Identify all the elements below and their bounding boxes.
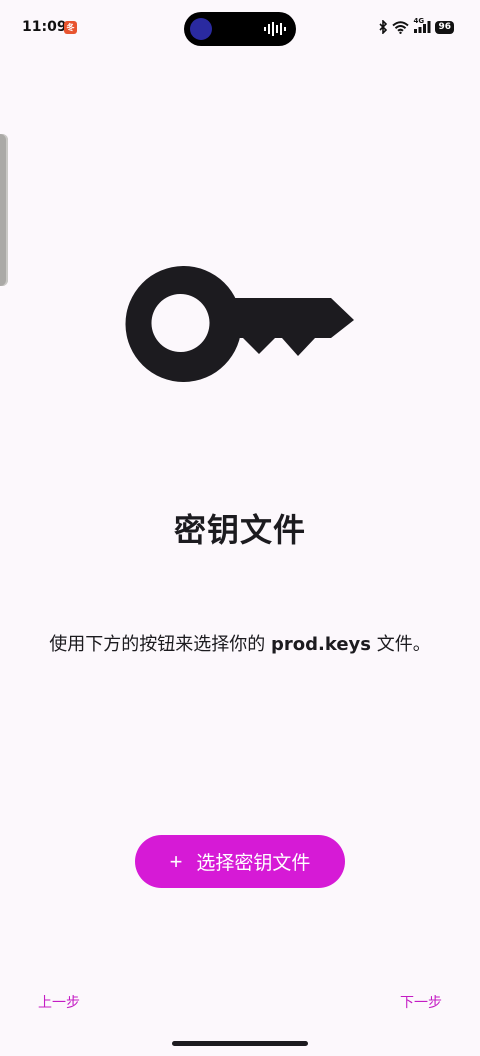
edge-panel-handle[interactable] bbox=[0, 134, 8, 286]
media-artwork-icon bbox=[190, 18, 212, 40]
instruction-filename: prod.keys bbox=[271, 634, 371, 655]
key-icon bbox=[125, 265, 355, 383]
status-time: 11:09 bbox=[22, 19, 67, 35]
instruction-suffix: 文件。 bbox=[371, 634, 431, 655]
cellular-signal-icon: 4G bbox=[413, 17, 431, 34]
page-title: 密钥文件 bbox=[173, 511, 306, 549]
select-key-file-button[interactable]: + 选择密钥文件 bbox=[135, 835, 345, 888]
instruction-prefix: 使用下方的按钮来选择你的 bbox=[49, 634, 271, 655]
next-step-button[interactable]: 下一步 bbox=[400, 992, 442, 1012]
wifi-icon bbox=[392, 20, 410, 34]
audio-waveform-icon bbox=[264, 22, 286, 36]
home-indicator[interactable] bbox=[172, 1041, 308, 1046]
bluetooth-icon bbox=[379, 20, 388, 34]
previous-step-button[interactable]: 上一步 bbox=[38, 992, 80, 1012]
notification-app-icon: 冬 bbox=[64, 21, 77, 34]
select-key-file-label: 选择密钥文件 bbox=[196, 853, 311, 874]
status-indicators: 4G 96 bbox=[378, 17, 454, 35]
instruction-text: 使用下方的按钮来选择你的 prod.keys 文件。 bbox=[0, 630, 480, 656]
battery-level: 96 bbox=[435, 20, 454, 34]
dynamic-island bbox=[184, 12, 296, 46]
status-bar: 11:09 冬 4G 96 bbox=[0, 0, 480, 56]
plus-icon: + bbox=[169, 848, 183, 874]
